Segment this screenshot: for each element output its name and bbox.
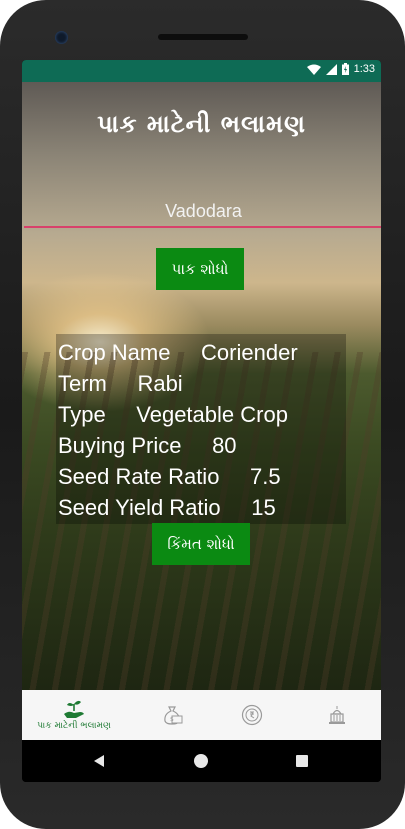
type-row: Type Vegetable Crop xyxy=(58,402,288,427)
find-crop-button[interactable]: પાક શોધો xyxy=(156,248,244,290)
svg-text:$: $ xyxy=(170,716,174,723)
nav-label-crop-recommendation: પાક માટેની ભલામણ xyxy=(37,721,111,731)
government-building-icon xyxy=(329,706,345,724)
coin-icon xyxy=(241,704,263,726)
money-bag-icon: $ xyxy=(164,706,183,725)
page-title: પાક માટેની ભલામણ xyxy=(97,110,306,138)
back-icon[interactable] xyxy=(94,755,104,767)
seed-yield-ratio-row: Seed Yield Ratio 15 xyxy=(58,495,276,520)
city-input[interactable] xyxy=(24,196,381,228)
bottom-navigation: પાક માટેની ભલામણ $ xyxy=(22,690,381,740)
plant-hand-icon xyxy=(64,700,84,718)
buying-price-row: Buying Price 80 xyxy=(58,433,237,458)
status-time: 1:33 xyxy=(353,63,375,75)
wifi-icon xyxy=(306,64,321,75)
find-price-button[interactable]: કિંમત શોધો xyxy=(152,523,250,565)
term-row: Term Rabi xyxy=(58,371,183,396)
home-icon[interactable] xyxy=(194,754,208,768)
phone-frame: 1:33 પાક માટેની ભલામણ પાક શોધો Crop Name… xyxy=(0,0,405,829)
nav-government[interactable] xyxy=(297,690,377,740)
battery-icon xyxy=(341,63,349,75)
seed-rate-ratio-row: Seed Rate Ratio 7.5 xyxy=(58,464,281,489)
signal-icon xyxy=(325,63,337,75)
nav-money[interactable]: $ xyxy=(132,690,212,740)
recommendation-screen: પાક માટેની ભલામણ પાક શોધો Crop Name Cori… xyxy=(22,82,381,690)
recents-icon[interactable] xyxy=(296,755,308,767)
earpiece-speaker xyxy=(158,34,248,40)
nav-crop-recommendation[interactable]: પાક માટેની ભલામણ xyxy=(22,690,126,740)
screen: 1:33 પાક માટેની ભલામણ પાક શોધો Crop Name… xyxy=(22,60,381,782)
status-bar: 1:33 xyxy=(22,60,381,82)
front-camera xyxy=(55,31,68,44)
nav-price[interactable] xyxy=(212,690,292,740)
system-navigation-bar xyxy=(22,740,381,782)
crop-name-row: Crop Name Coriender xyxy=(58,340,298,365)
status-icons: 1:33 xyxy=(306,63,375,75)
